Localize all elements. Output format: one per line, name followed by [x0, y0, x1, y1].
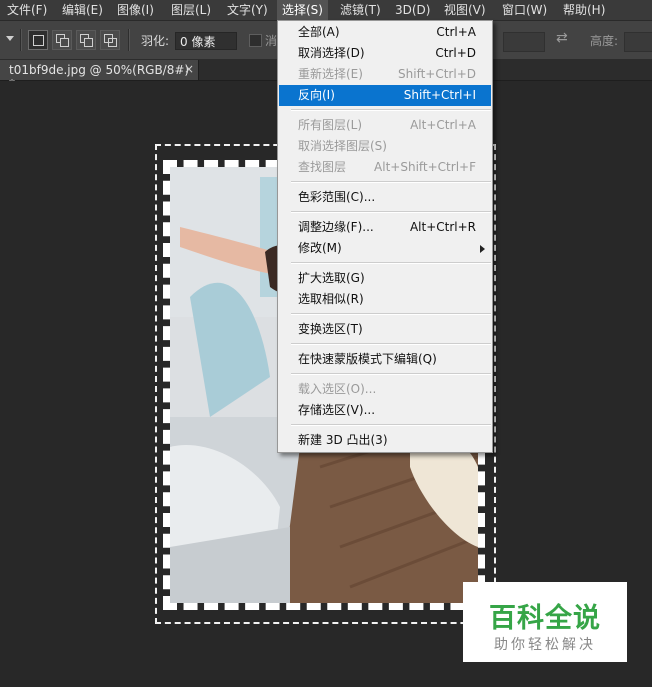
antialias-label: 消: [265, 34, 278, 48]
options-separator: [128, 29, 130, 51]
menu-item-find-layers: 查找图层 Alt+Shift+Ctrl+F: [298, 160, 476, 174]
menu-divider: [291, 181, 491, 183]
menu-item-select-all[interactable]: 全部(A) Ctrl+A: [279, 22, 491, 43]
watermark-title: 百科全说: [489, 603, 601, 634]
width-input[interactable]: [503, 32, 545, 52]
watermark-subtitle: 助你轻松解决: [494, 637, 596, 653]
menu-divider: [291, 262, 491, 264]
menu-divider: [291, 424, 491, 426]
document-tab[interactable]: t01bf9de.jpg @ 50%(RGB/8#) * ×: [0, 60, 199, 91]
subtract-from-selection-icon[interactable]: [76, 30, 96, 50]
menu-item-all-layers: 所有图层(L) Alt+Ctrl+A: [298, 118, 476, 132]
menu-bar: 文件(F) 编辑(E) 图像(I) 图层(L) 文字(Y) 选择(S) 滤镜(T…: [0, 0, 652, 21]
menu-view[interactable]: 视图(V): [439, 0, 491, 20]
menu-edit[interactable]: 编辑(E): [57, 0, 108, 20]
height-label: 高度:: [590, 34, 619, 48]
menu-item-deselect[interactable]: 取消选择(D) Ctrl+D: [279, 43, 491, 64]
menu-item-load-selection: 载入选区(O)...: [298, 382, 377, 396]
menu-item-similar[interactable]: 选取相似(R): [279, 289, 491, 310]
height-input[interactable]: [624, 32, 652, 52]
menu-item-color-range[interactable]: 色彩范围(C)...: [279, 187, 491, 208]
feather-label: 羽化:: [141, 34, 170, 48]
menu-item-modify[interactable]: 修改(M): [279, 238, 491, 259]
tool-preset-chevron-icon[interactable]: [6, 36, 14, 41]
antialias-checkbox[interactable]: [249, 34, 262, 47]
menu-type[interactable]: 文字(Y): [222, 0, 273, 20]
intersect-selection-icon[interactable]: [100, 30, 120, 50]
menu-item-save-selection[interactable]: 存储选区(V)...: [279, 400, 491, 421]
menu-divider: [291, 373, 491, 375]
menu-item-grow[interactable]: 扩大选取(G): [279, 268, 491, 289]
menu-help[interactable]: 帮助(H): [558, 0, 610, 20]
menu-window[interactable]: 窗口(W): [497, 0, 552, 20]
menu-layer[interactable]: 图层(L): [166, 0, 216, 20]
menu-divider: [291, 211, 491, 213]
menu-divider: [291, 343, 491, 345]
menu-image[interactable]: 图像(I): [112, 0, 159, 20]
menu-select[interactable]: 选择(S): [277, 0, 328, 20]
menu-item-new-3d-extrusion[interactable]: 新建 3D 凸出(3): [279, 430, 491, 451]
select-menu-dropdown: 全部(A) Ctrl+A 取消选择(D) Ctrl+D 重新选择(E) Shift+C…: [277, 20, 493, 453]
menu-item-reselect: 重新选择(E) Shift+Ctrl+D: [298, 67, 476, 81]
swap-dimensions-icon[interactable]: ⇄: [556, 30, 568, 46]
options-separator: [20, 29, 22, 51]
feather-input[interactable]: 0 像素: [175, 32, 237, 50]
menu-item-deselect-layers: 取消选择图层(S): [298, 139, 387, 153]
close-icon[interactable]: ×: [184, 62, 194, 76]
menu-item-refine-edge[interactable]: 调整边缘(F)... Alt+Ctrl+R: [279, 217, 491, 238]
menu-divider: [291, 313, 491, 315]
submenu-arrow-icon: [480, 245, 485, 253]
menu-file[interactable]: 文件(F): [2, 0, 52, 20]
menu-divider: [291, 109, 491, 111]
menu-item-quick-mask[interactable]: 在快速蒙版模式下编辑(Q): [279, 349, 491, 370]
menu-item-transform-selection[interactable]: 变换选区(T): [279, 319, 491, 340]
watermark-logo: 百科全说 助你轻松解决: [463, 582, 627, 662]
add-to-selection-icon[interactable]: [52, 30, 72, 50]
new-selection-icon[interactable]: [28, 30, 48, 50]
menu-3d[interactable]: 3D(D): [390, 0, 435, 20]
menu-item-inverse[interactable]: 反向(I) Shift+Ctrl+I: [279, 85, 491, 106]
menu-filter[interactable]: 滤镜(T): [335, 0, 386, 20]
